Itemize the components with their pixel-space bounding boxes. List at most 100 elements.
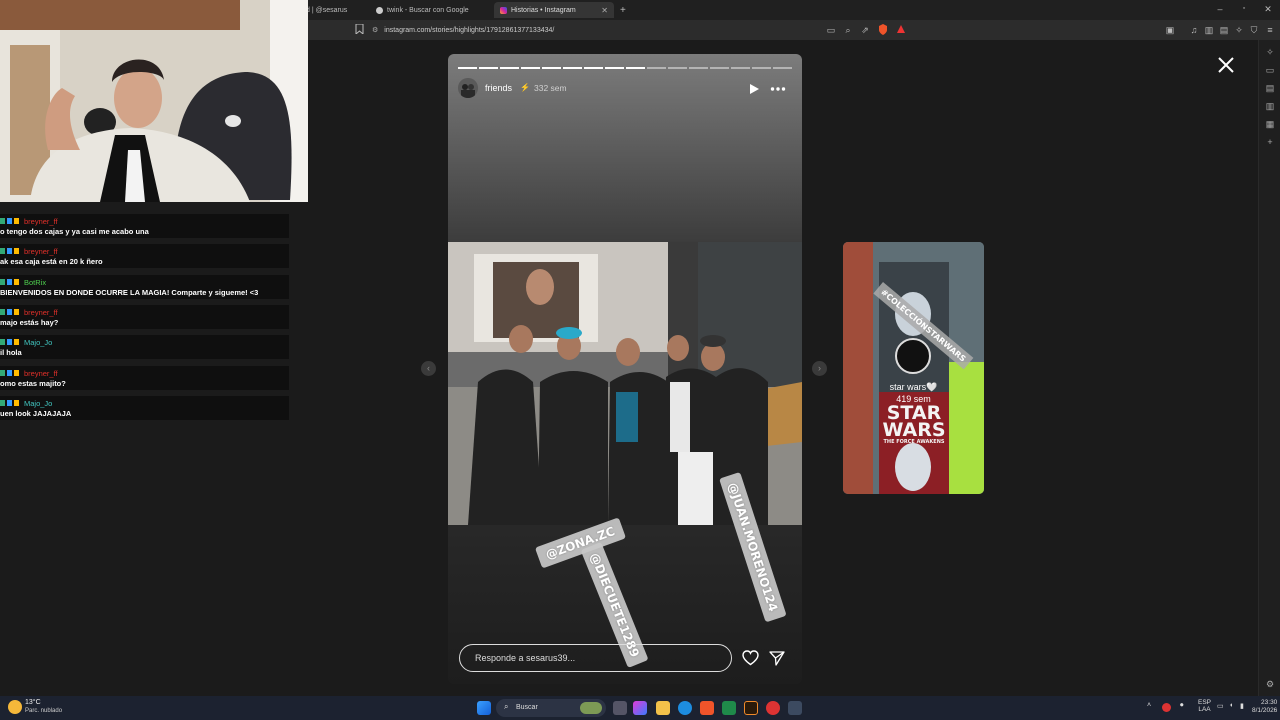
microphone-icon[interactable]: ⏺ [1180,702,1184,710]
chat-username[interactable]: Majo_Jo [24,338,52,347]
reply-field[interactable] [459,644,732,672]
chat-username[interactable]: breyner_ff [24,247,58,256]
heart-icon[interactable] [742,650,759,666]
edge-icon[interactable] [678,701,692,715]
sidebar-settings-icon[interactable]: ⚙ [1264,678,1276,690]
site-info-icon[interactable]: ⚙ [372,26,378,34]
menu-icon[interactable]: ≡ [1264,24,1276,36]
browser-sidebar: ✧ ▭ ▤ ▥ ▦ + ⚙ [1258,40,1280,696]
progress-segment [500,67,519,69]
chat-username[interactable]: BotRix [24,278,46,287]
wallet-icon[interactable]: ▤ [1218,24,1230,36]
leo-icon[interactable]: ✧ [1233,24,1245,36]
clock[interactable]: 23:30 8/1/2026 [1252,699,1277,715]
chat-username[interactable]: Majo_Jo [24,399,52,408]
chat-message: Majo_Jo il hola [0,335,289,359]
brave-rewards-icon[interactable] [895,24,907,36]
search-icon: ⌕ [504,702,509,711]
excel-icon[interactable] [722,701,736,715]
close-window-icon[interactable]: ✕ [1262,3,1274,15]
network-icon[interactable]: ▭ [1217,702,1224,710]
battery-icon[interactable]: ▮ [1240,702,1244,710]
story-card: friends ⚡ 332 sem @ZONA.ZC @DIECUETE1289… [448,54,802,684]
progress-segment [542,67,561,69]
sidebar-add-icon[interactable]: + [1264,136,1276,148]
sidebar-wallet-icon[interactable]: ▭ [1264,64,1276,76]
address-bar[interactable]: ⚙ instagram.com/stories/highlights/17912… [372,23,822,37]
share-icon[interactable]: ⇗ [859,24,871,36]
next-story-icon[interactable]: › [812,361,827,376]
chat-message-header: breyner_ff [0,307,289,317]
tab-instagram[interactable]: Historias • Instagram ✕ [494,2,614,18]
cast-icon[interactable]: ▭ [825,24,837,36]
chat-text: il hola [0,348,22,357]
progress-segment [752,67,771,69]
brave-shield-icon[interactable] [877,24,889,36]
start-icon[interactable] [477,701,491,715]
next-story-title: star wars🤍 [889,382,938,392]
tray-app-icon[interactable] [1162,703,1171,712]
story-photo [448,242,802,525]
app-icon[interactable] [788,701,802,715]
vpn-icon[interactable]: ⛉ [1248,24,1260,36]
illustrator-icon[interactable] [744,701,758,715]
tray-expand-icon[interactable]: ˄ [1147,702,1151,709]
badge-icon [14,248,19,254]
progress-segment [668,67,687,69]
tab-label: d | @sesarus [306,6,348,14]
sidebar-leo-icon[interactable]: ✧ [1264,46,1276,58]
bookmark-icon[interactable] [353,23,365,36]
story-username[interactable]: friends [485,83,512,93]
language-indicator[interactable]: ESP LAA [1198,699,1211,713]
chat-username[interactable]: breyner_ff [24,369,58,378]
reader-icon[interactable]: ▥ [1203,24,1215,36]
copilot-icon[interactable] [633,701,647,715]
tab-label: twink - Buscar con Google [387,6,469,14]
badge-icon [7,400,12,406]
new-tab-button[interactable]: + [617,2,633,18]
logo-subtitle: THE FORCE AWAKENS [883,439,945,445]
mention-sticker-zona[interactable]: @ZONA.ZC [534,517,626,569]
task-view-icon[interactable] [613,701,627,715]
send-icon[interactable] [769,650,785,666]
chat-message-header: breyner_ff [0,216,289,226]
chat-text: o tengo dos cajas y ya casi me acabo una [0,227,149,236]
file-explorer-icon[interactable] [656,701,670,715]
chrome-icon[interactable] [766,701,780,715]
badge-icon [7,279,12,285]
weather-icon[interactable] [8,700,22,714]
brave-icon[interactable] [700,701,714,715]
badge-icon [14,279,19,285]
play-icon[interactable] [748,82,760,94]
avatar[interactable] [458,78,478,98]
progress-segment [626,67,645,69]
tab-kick[interactable]: d | @sesarus [300,2,370,18]
chat-username[interactable]: breyner_ff [24,217,58,226]
webcam-overlay [0,0,308,202]
tab-google[interactable]: twink - Buscar con Google [370,2,492,18]
next-story-preview[interactable]: #COLECCIÓNSTARWARS star wars🤍 419 sem ST… [843,242,984,494]
sidebar-bookmarks-icon[interactable]: ▥ [1264,100,1276,112]
close-tab-icon[interactable]: ✕ [601,6,608,15]
chat-message: breyner_ff ak esa caja está en 20 k ñero [0,244,289,268]
minimize-icon[interactable]: – [1214,3,1226,15]
badge-icon [7,309,12,315]
chat-username[interactable]: breyner_ff [24,308,58,317]
lang-layout: LAA [1198,706,1211,713]
close-story-icon[interactable] [1216,55,1236,75]
weather-temp[interactable]: 13°C [25,699,41,706]
sidebar-reading-list-icon[interactable]: ▤ [1264,82,1276,94]
reply-input[interactable] [473,652,717,664]
fire-icon: ⚡ [520,83,530,92]
music-icon[interactable]: ♫ [1188,24,1200,36]
weather-desc[interactable]: Parc. nublado [25,708,62,714]
taskbar-search[interactable]: ⌕ Buscar [496,699,606,717]
chat-text: majo estás hay? [0,318,59,327]
previous-story-icon[interactable]: ‹ [421,361,436,376]
more-icon[interactable] [770,82,786,94]
restore-icon[interactable]: ▫ [1238,3,1250,15]
zoom-icon[interactable]: ⌕ [842,24,854,36]
volume-icon[interactable]: ◖ [1229,702,1233,709]
sidebar-history-icon[interactable]: ▦ [1264,118,1276,130]
sidebar-toggle-icon[interactable]: ▣ [1164,24,1176,36]
